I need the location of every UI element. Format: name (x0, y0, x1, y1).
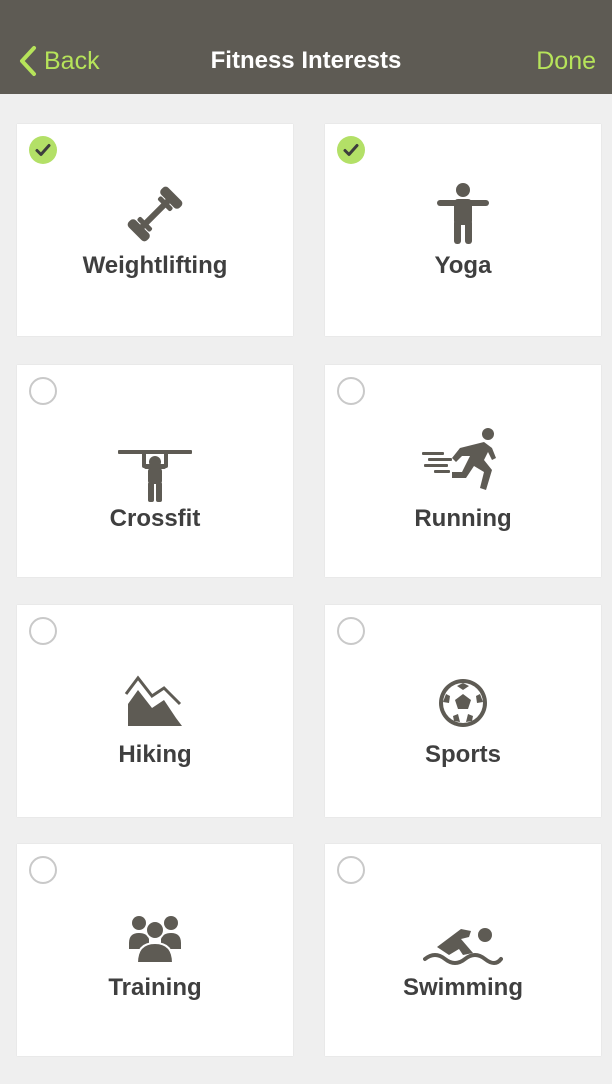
interest-label: Yoga (434, 252, 492, 279)
interest-label: Crossfit (109, 505, 201, 532)
yoga-icon (325, 182, 601, 246)
group-icon (17, 908, 293, 972)
interest-label: Swimming (402, 974, 523, 1001)
interest-label: Training (108, 974, 202, 1001)
unselected-circle-icon[interactable] (337, 377, 365, 405)
interest-label: Running (414, 505, 512, 532)
interest-label: Sports (424, 741, 501, 768)
interest-card-training[interactable]: Training (17, 844, 293, 1056)
interest-card-weightlifting[interactable]: Weightlifting (17, 124, 293, 336)
soccer-ball-icon (325, 671, 601, 735)
unselected-circle-icon[interactable] (29, 377, 57, 405)
mountain-icon (17, 669, 293, 733)
pullup-icon (17, 443, 293, 507)
interest-grid: Weightlifting Yoga Crossfit Running Hiki… (0, 0, 612, 1084)
swimmer-icon (325, 912, 601, 976)
runner-icon (325, 427, 601, 491)
interest-label: Weightlifting (82, 252, 228, 279)
interest-card-yoga[interactable]: Yoga (325, 124, 601, 336)
unselected-circle-icon[interactable] (337, 617, 365, 645)
dumbbell-icon (17, 182, 293, 246)
selected-check-icon[interactable] (337, 136, 365, 164)
interest-card-swimming[interactable]: Swimming (325, 844, 601, 1056)
interest-card-running[interactable]: Running (325, 365, 601, 577)
unselected-circle-icon[interactable] (29, 856, 57, 884)
interest-label: Hiking (118, 741, 192, 768)
selected-check-icon[interactable] (29, 136, 57, 164)
interest-card-crossfit[interactable]: Crossfit (17, 365, 293, 577)
unselected-circle-icon[interactable] (29, 617, 57, 645)
interest-card-hiking[interactable]: Hiking (17, 605, 293, 817)
interest-card-sports[interactable]: Sports (325, 605, 601, 817)
unselected-circle-icon[interactable] (337, 856, 365, 884)
